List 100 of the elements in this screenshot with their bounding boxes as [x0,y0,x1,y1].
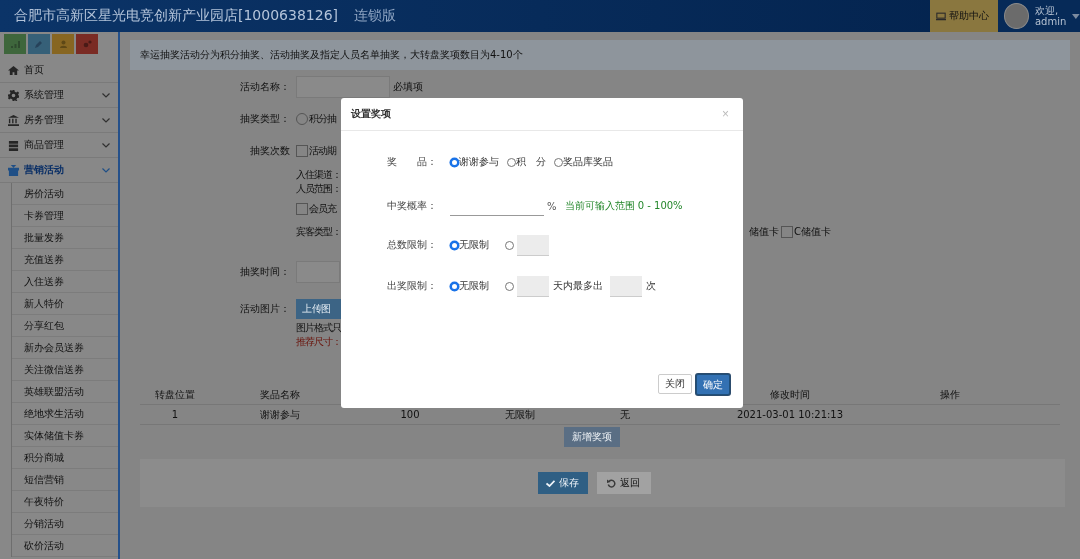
back-button[interactable]: 返回 [596,472,651,494]
monitor-icon [936,11,946,21]
submenu-item[interactable]: 房价活动 [12,183,118,205]
gear-icon [8,89,19,101]
column-header: 转盘位置 [155,389,195,400]
range-hint: 当前可输入范围 0 - 100% [564,199,683,213]
bar-chart-icon [10,40,20,48]
edition-label: 连锁版 [354,7,396,25]
close-dialog-button[interactable]: 关闭 [658,374,692,394]
notice-banner: 幸运抽奖活动分为积分抽奖、活动抽奖及指定人员名单抽奖，大转盘奖项数目为4-10个 [130,40,1070,70]
submenu-item[interactable]: 入住送券 [12,271,118,293]
times-field[interactable] [610,275,642,297]
table-cell: 1 [171,409,179,420]
chevron-icon [102,117,110,123]
format-note: 图片格式只 [296,321,341,335]
sidebar-item[interactable]: 系统管理 [0,83,118,108]
save-button[interactable]: 保存 [537,472,588,494]
upload-button[interactable]: 上传图 [296,299,341,319]
checkbox[interactable] [296,203,308,215]
submenu-item[interactable]: 新办会员送券 [12,337,118,359]
checkbox[interactable] [781,226,793,238]
sidebar-item[interactable]: 商品管理 [0,133,118,158]
radio-button[interactable] [450,240,459,250]
days-field[interactable] [517,275,549,297]
option-label: C储值卡 [794,225,831,239]
submenu-item[interactable]: 分享红包 [12,315,118,337]
checkbox[interactable] [296,145,308,157]
gift-icon [8,164,19,176]
size-note: 推荐尺寸： [296,335,341,349]
bank-icon [8,114,19,126]
field-label: 抽奖类型： [239,112,290,126]
chevron-icon [102,142,110,148]
submenu-item[interactable]: 新人特价 [12,293,118,315]
dialog-title: 设置奖项 [351,107,392,121]
help-center-button[interactable]: 帮助中心 [930,0,998,32]
home-icon [8,64,19,76]
percent-sign: % [547,200,557,212]
submenu-item[interactable]: 分销活动 [12,513,118,535]
column-header: 修改时间 [770,389,810,400]
option-label: 无限制 [459,279,489,293]
field-label: 人员范围： [296,182,341,196]
option-label: 无限制 [459,238,489,252]
users-shortcut-button[interactable] [52,34,74,54]
radio-button[interactable] [450,157,459,167]
database-icon [8,139,19,151]
user-name[interactable]: admin [1035,16,1067,27]
field-label: 总数限制： [386,238,437,252]
option-label: 积分抽 [309,112,336,126]
field-label: 抽奖时间： [239,265,290,279]
pencil-icon [35,40,43,48]
chart-shortcut-button[interactable] [4,34,26,54]
submenu-item[interactable]: 充值送券 [12,249,118,271]
table-cell: 无 [620,408,630,420]
greeting-text: 欢迎, [1035,5,1060,16]
submenu-item[interactable]: 午夜特价 [12,491,118,513]
option-label: 储值卡 [749,225,779,239]
submenu-item[interactable]: 批量发券 [12,227,118,249]
submenu-item[interactable]: 卡券管理 [12,205,118,227]
caret-icon[interactable] [1072,13,1080,19]
table-cell: 100 [400,409,420,420]
unit-text: 次 [646,279,656,293]
store-title: 合肥市高新区星光电竞创新产业园店[1000638126] [14,7,338,25]
required-hint: 必填项 [393,80,423,94]
date-field[interactable] [296,261,340,283]
option-label: 活动期 [309,144,336,158]
submenu-item[interactable]: 绝地求生活动 [12,403,118,425]
table-cell: 谢谢参与 [260,408,300,420]
field-text: 天内最多出 [553,279,603,293]
field-label: 出奖限制： [386,279,437,293]
field-label: 奖 品： [386,155,437,169]
field-label: 抽奖次数 [249,144,290,158]
settings-shortcut-button[interactable] [76,34,98,54]
table-cell: 2021-03-01 10:21:13 [736,409,844,420]
activity-name-field[interactable] [296,76,390,98]
edit-shortcut-button[interactable] [28,34,50,54]
avatar[interactable] [1004,3,1029,29]
submenu-item[interactable]: 砍价活动 [12,535,118,557]
field-label: 中奖概率： [386,199,437,213]
submenu-item[interactable]: 积分商城 [12,447,118,469]
submenu-item[interactable]: 短信营销 [12,469,118,491]
chevron-icon [102,92,110,98]
option-label: 积 分 [516,155,546,169]
submenu-item[interactable]: 关注微信送券 [12,359,118,381]
option-label: 会员充 [309,202,336,216]
add-prize-button[interactable]: 新增奖项 [563,427,620,447]
option-label: 谢谢参与 [459,155,499,169]
sidebar-item[interactable]: 首页 [0,58,118,83]
confirm-button[interactable]: 确定 [696,374,730,395]
submenu-item[interactable]: 英雄联盟活动 [12,381,118,403]
field-label: 入住渠道： [296,168,341,182]
column-header: 奖品名称 [260,389,300,400]
chevron-icon [102,167,110,173]
radio-button[interactable] [450,281,459,291]
number-field[interactable] [517,234,549,256]
submenu-item[interactable]: 实体储值卡券 [12,425,118,447]
sidebar-item[interactable]: 房务管理 [0,108,118,133]
field-label: 宾客类型： [296,225,341,239]
sidebar-item[interactable]: 营销活动 [0,158,118,183]
column-header: 操作 [940,389,960,400]
undo-icon [607,478,616,488]
